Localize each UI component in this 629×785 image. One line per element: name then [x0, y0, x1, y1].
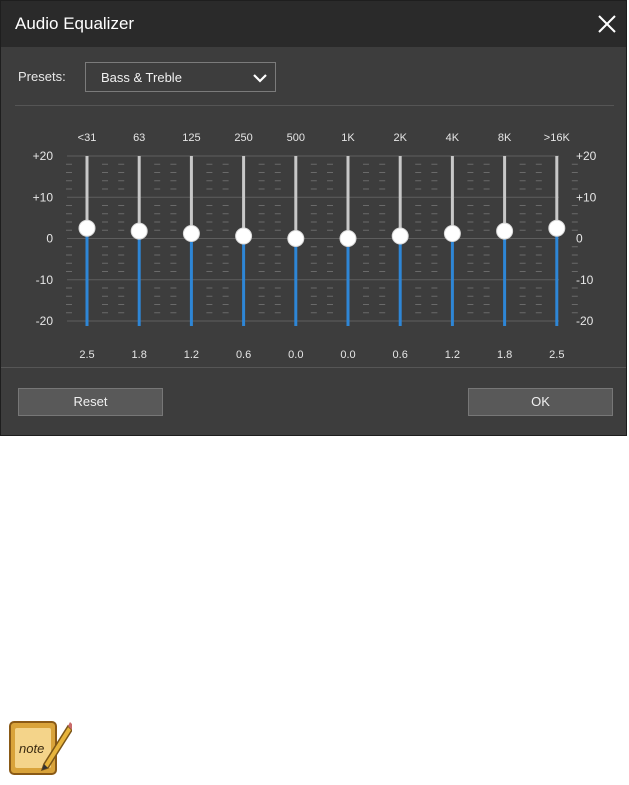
audio-equalizer-dialog: Audio Equalizer Presets: Bass & Treble +…: [0, 0, 627, 436]
title-bar: Audio Equalizer: [1, 1, 626, 47]
band-frequency-label: <31: [78, 132, 97, 144]
band-gain-value: 2.5: [79, 349, 94, 361]
slider-thumb[interactable]: [443, 225, 461, 243]
note-label: note: [19, 741, 44, 756]
band-frequency-label: 250: [234, 132, 252, 144]
note-icon: note: [9, 721, 72, 775]
scale-label-left: 0: [46, 232, 53, 246]
band-gain-value: 1.2: [184, 349, 199, 361]
slider-thumb[interactable]: [548, 219, 566, 237]
band-frequency-label: 4K: [446, 132, 460, 144]
scale-label-right: +10: [576, 190, 597, 204]
scale-label-right: +20: [576, 149, 597, 163]
band-gain-value: 2.5: [549, 349, 564, 361]
band-frequency-label: >16K: [544, 132, 571, 144]
band-gain-value: 1.8: [497, 349, 512, 361]
scale-label-right: -10: [576, 273, 594, 287]
band-frequency-label: 500: [287, 132, 305, 144]
dialog-title: Audio Equalizer: [15, 14, 135, 33]
presets-selected-value: Bass & Treble: [101, 70, 182, 85]
scale-label-left: +10: [33, 190, 54, 204]
slider-thumb[interactable]: [182, 225, 200, 243]
dialog-footer: Reset OK: [1, 367, 626, 435]
slider-thumb[interactable]: [391, 227, 409, 245]
slider-thumb[interactable]: [78, 219, 96, 237]
slider-thumb[interactable]: [496, 222, 514, 240]
close-icon[interactable]: [594, 11, 620, 37]
scale-label-left: +20: [33, 149, 54, 163]
scale-label-left: -20: [36, 314, 54, 328]
scale-label-right: 0: [576, 232, 583, 246]
scale-label-left: -10: [36, 273, 54, 287]
presets-label: Presets:: [18, 69, 66, 84]
slider-thumb[interactable]: [130, 222, 148, 240]
band-gain-value: 0.0: [340, 349, 355, 361]
band-frequency-label: 8K: [498, 132, 512, 144]
reset-button[interactable]: Reset: [18, 388, 163, 416]
presets-dropdown[interactable]: Bass & Treble: [85, 62, 276, 92]
band-gain-value: 0.6: [236, 349, 251, 361]
band-gain-value: 0.0: [288, 349, 303, 361]
slider-thumb[interactable]: [235, 227, 253, 245]
band-gain-value: 0.6: [393, 349, 408, 361]
band-frequency-label: 2K: [393, 132, 407, 144]
divider: [15, 105, 614, 106]
equalizer-panel: +20 +10 0 -10 -20 +20 +10 0 -10 -20 <31 2.5 63 1.8 125…: [33, 132, 597, 361]
band-frequency-label: 63: [133, 132, 145, 144]
scale-label-right: -20: [576, 314, 594, 328]
band-frequency-label: 1K: [341, 132, 355, 144]
band-gain-value: 1.8: [132, 349, 147, 361]
slider-thumb[interactable]: [339, 230, 357, 247]
ok-button[interactable]: OK: [468, 388, 613, 416]
band-frequency-label: 125: [182, 132, 200, 144]
chevron-down-icon: [253, 74, 267, 83]
slider-thumb[interactable]: [287, 230, 305, 247]
band-gain-value: 1.2: [445, 349, 460, 361]
